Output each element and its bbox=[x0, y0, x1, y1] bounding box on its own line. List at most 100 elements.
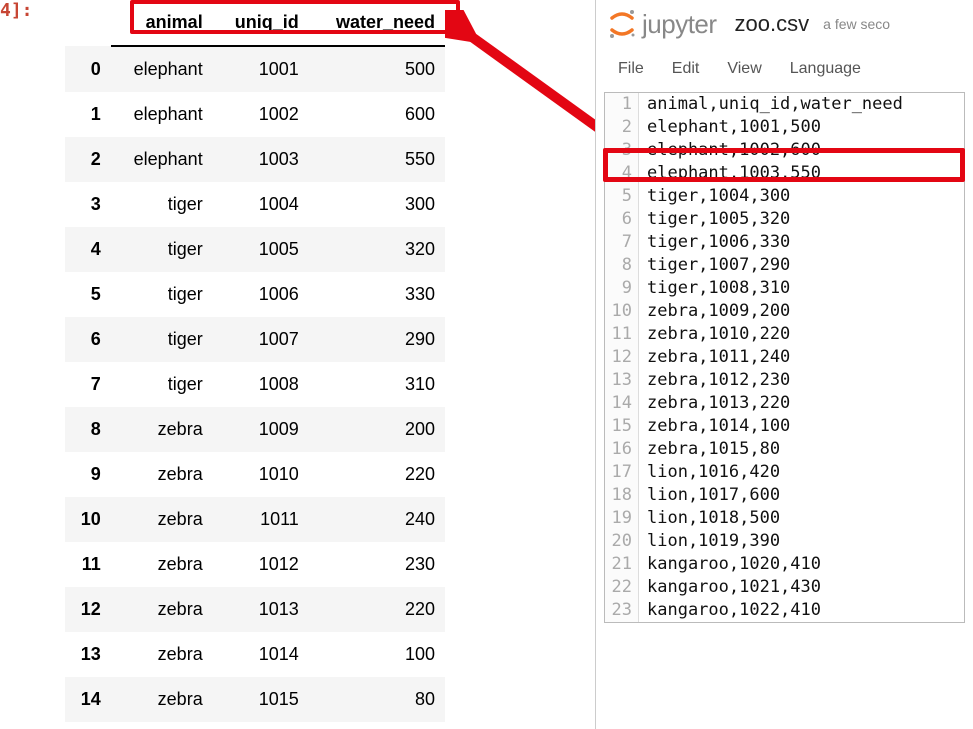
line-number: 5 bbox=[605, 185, 639, 208]
menu-edit[interactable]: Edit bbox=[672, 60, 700, 78]
cell-uniq_id: 1005 bbox=[213, 227, 309, 272]
cell-uniq_id: 1013 bbox=[213, 587, 309, 632]
line-content[interactable]: tiger,1008,310 bbox=[639, 277, 790, 300]
line-content[interactable]: lion,1016,420 bbox=[639, 461, 780, 484]
cell-water_need: 550 bbox=[309, 137, 445, 182]
line-content[interactable]: elephant,1003,550 bbox=[639, 162, 821, 185]
editor-line[interactable]: 17lion,1016,420 bbox=[605, 461, 964, 484]
editor-line[interactable]: 11zebra,1010,220 bbox=[605, 323, 964, 346]
line-content[interactable]: lion,1017,600 bbox=[639, 484, 780, 507]
editor-line[interactable]: 16zebra,1015,80 bbox=[605, 438, 964, 461]
col-uniq-id: uniq_id bbox=[213, 0, 309, 46]
cell-water_need: 80 bbox=[309, 677, 445, 722]
table-row: 6tiger1007290 bbox=[65, 317, 445, 362]
editor-line[interactable]: 20lion,1019,390 bbox=[605, 530, 964, 553]
editor-line[interactable]: 21kangaroo,1020,410 bbox=[605, 553, 964, 576]
dataframe-table: animal uniq_id water_need 0elephant10015… bbox=[65, 0, 445, 722]
row-index: 2 bbox=[65, 137, 111, 182]
line-content[interactable]: lion,1019,390 bbox=[639, 530, 780, 553]
line-number: 12 bbox=[605, 346, 639, 369]
line-number: 15 bbox=[605, 415, 639, 438]
line-number: 6 bbox=[605, 208, 639, 231]
editor-line[interactable]: 12zebra,1011,240 bbox=[605, 346, 964, 369]
line-content[interactable]: tiger,1005,320 bbox=[639, 208, 790, 231]
line-number: 22 bbox=[605, 576, 639, 599]
editor-line[interactable]: 14zebra,1013,220 bbox=[605, 392, 964, 415]
editor-line[interactable]: 3elephant,1002,600 bbox=[605, 139, 964, 162]
table-row: 2elephant1003550 bbox=[65, 137, 445, 182]
cell-water_need: 100 bbox=[309, 632, 445, 677]
line-content[interactable]: tiger,1004,300 bbox=[639, 185, 790, 208]
line-content[interactable]: zebra,1010,220 bbox=[639, 323, 790, 346]
cell-uniq_id: 1003 bbox=[213, 137, 309, 182]
editor-line[interactable]: 13zebra,1012,230 bbox=[605, 369, 964, 392]
line-content[interactable]: elephant,1001,500 bbox=[639, 116, 821, 139]
editor-line[interactable]: 23kangaroo,1022,410 bbox=[605, 599, 964, 622]
cell-uniq_id: 1015 bbox=[213, 677, 309, 722]
row-index: 13 bbox=[65, 632, 111, 677]
line-content[interactable]: zebra,1014,100 bbox=[639, 415, 790, 438]
editor-line[interactable]: 2elephant,1001,500 bbox=[605, 116, 964, 139]
line-content[interactable]: kangaroo,1021,430 bbox=[639, 576, 821, 599]
jupyter-editor-panel: jupyter zoo.csv a few seco File Edit Vie… bbox=[595, 0, 973, 729]
cell-animal: zebra bbox=[111, 497, 213, 542]
text-editor[interactable]: 1animal,uniq_id,water_need2elephant,1001… bbox=[604, 92, 965, 623]
editor-line[interactable]: 18lion,1017,600 bbox=[605, 484, 964, 507]
editor-line[interactable]: 9tiger,1008,310 bbox=[605, 277, 964, 300]
line-number: 7 bbox=[605, 231, 639, 254]
editor-line[interactable]: 8tiger,1007,290 bbox=[605, 254, 964, 277]
row-index: 4 bbox=[65, 227, 111, 272]
jupyter-header: jupyter zoo.csv a few seco bbox=[596, 0, 973, 44]
editor-line[interactable]: 6tiger,1005,320 bbox=[605, 208, 964, 231]
jupyter-logo-icon bbox=[608, 8, 636, 40]
line-content[interactable]: animal,uniq_id,water_need bbox=[639, 93, 903, 116]
jupyter-filename[interactable]: zoo.csv bbox=[735, 11, 810, 37]
line-content[interactable]: zebra,1013,220 bbox=[639, 392, 790, 415]
editor-line[interactable]: 5tiger,1004,300 bbox=[605, 185, 964, 208]
line-content[interactable]: elephant,1002,600 bbox=[639, 139, 821, 162]
cell-animal: tiger bbox=[111, 182, 213, 227]
editor-line[interactable]: 19lion,1018,500 bbox=[605, 507, 964, 530]
cell-animal: zebra bbox=[111, 632, 213, 677]
editor-line[interactable]: 22kangaroo,1021,430 bbox=[605, 576, 964, 599]
cell-water_need: 500 bbox=[309, 46, 445, 92]
line-content[interactable]: lion,1018,500 bbox=[639, 507, 780, 530]
cell-uniq_id: 1012 bbox=[213, 542, 309, 587]
table-row: 12zebra1013220 bbox=[65, 587, 445, 632]
menu-view[interactable]: View bbox=[727, 60, 761, 78]
line-content[interactable]: tiger,1007,290 bbox=[639, 254, 790, 277]
line-number: 10 bbox=[605, 300, 639, 323]
line-number: 21 bbox=[605, 553, 639, 576]
line-content[interactable]: zebra,1009,200 bbox=[639, 300, 790, 323]
cell-uniq_id: 1014 bbox=[213, 632, 309, 677]
cell-animal: zebra bbox=[111, 407, 213, 452]
cell-uniq_id: 1007 bbox=[213, 317, 309, 362]
row-index: 1 bbox=[65, 92, 111, 137]
dataframe-output: animal uniq_id water_need 0elephant10015… bbox=[65, 0, 445, 722]
editor-line[interactable]: 4elephant,1003,550 bbox=[605, 162, 964, 185]
editor-line[interactable]: 7tiger,1006,330 bbox=[605, 231, 964, 254]
line-content[interactable]: zebra,1011,240 bbox=[639, 346, 790, 369]
line-content[interactable]: zebra,1015,80 bbox=[639, 438, 780, 461]
line-content[interactable]: kangaroo,1022,410 bbox=[639, 599, 821, 622]
col-water-need: water_need bbox=[309, 0, 445, 46]
line-content[interactable]: tiger,1006,330 bbox=[639, 231, 790, 254]
cell-uniq_id: 1004 bbox=[213, 182, 309, 227]
editor-line[interactable]: 1animal,uniq_id,water_need bbox=[605, 93, 964, 116]
cell-prompt: 4]: bbox=[0, 0, 33, 21]
table-row: 14zebra101580 bbox=[65, 677, 445, 722]
row-index: 3 bbox=[65, 182, 111, 227]
line-content[interactable]: zebra,1012,230 bbox=[639, 369, 790, 392]
cell-animal: tiger bbox=[111, 272, 213, 317]
line-content[interactable]: kangaroo,1020,410 bbox=[639, 553, 821, 576]
cell-uniq_id: 1002 bbox=[213, 92, 309, 137]
menu-language[interactable]: Language bbox=[790, 60, 861, 78]
menu-file[interactable]: File bbox=[618, 60, 644, 78]
editor-line[interactable]: 10zebra,1009,200 bbox=[605, 300, 964, 323]
cell-animal: tiger bbox=[111, 362, 213, 407]
editor-line[interactable]: 15zebra,1014,100 bbox=[605, 415, 964, 438]
cell-water_need: 300 bbox=[309, 182, 445, 227]
jupyter-logo-text: jupyter bbox=[642, 9, 717, 40]
jupyter-logo[interactable]: jupyter bbox=[608, 8, 717, 40]
line-number: 4 bbox=[605, 162, 639, 185]
